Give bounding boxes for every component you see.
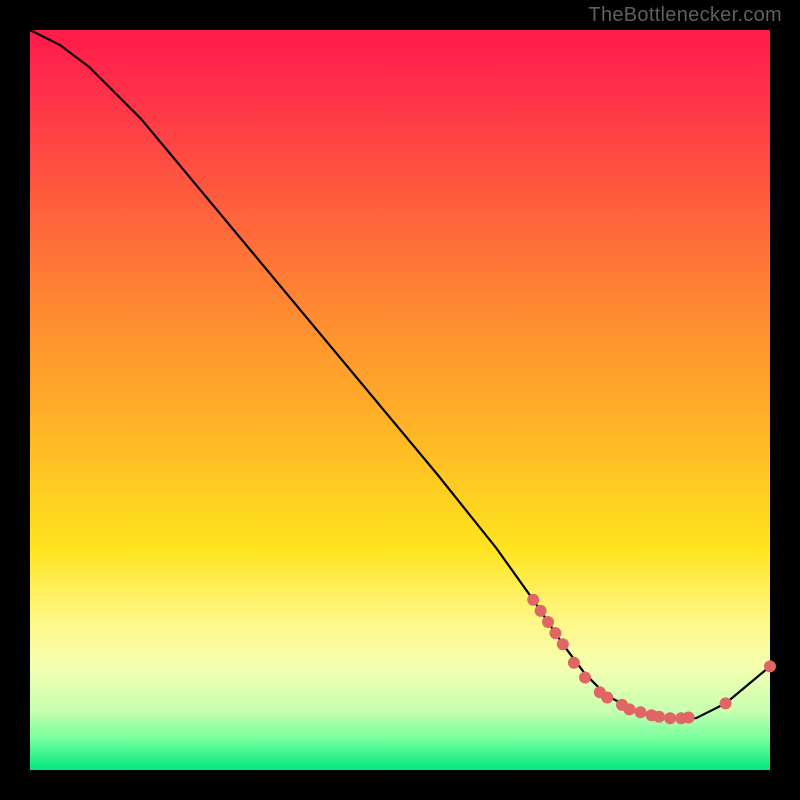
bottleneck-curve [30,30,770,718]
data-marker [579,672,591,684]
data-marker [664,712,676,724]
data-marker [535,605,547,617]
data-marker [557,638,569,650]
plot-area [30,30,770,770]
data-marker [720,697,732,709]
data-marker [764,660,776,672]
data-marker [653,711,665,723]
data-markers [527,594,776,724]
data-marker [683,711,695,723]
chart-svg [30,30,770,770]
data-marker [542,616,554,628]
chart-frame: TheBottlenecker.com [0,0,800,800]
data-marker [568,657,580,669]
data-marker [549,627,561,639]
data-marker [623,703,635,715]
data-marker [527,594,539,606]
data-marker [635,706,647,718]
data-marker [601,691,613,703]
attribution-text: TheBottlenecker.com [588,4,782,27]
